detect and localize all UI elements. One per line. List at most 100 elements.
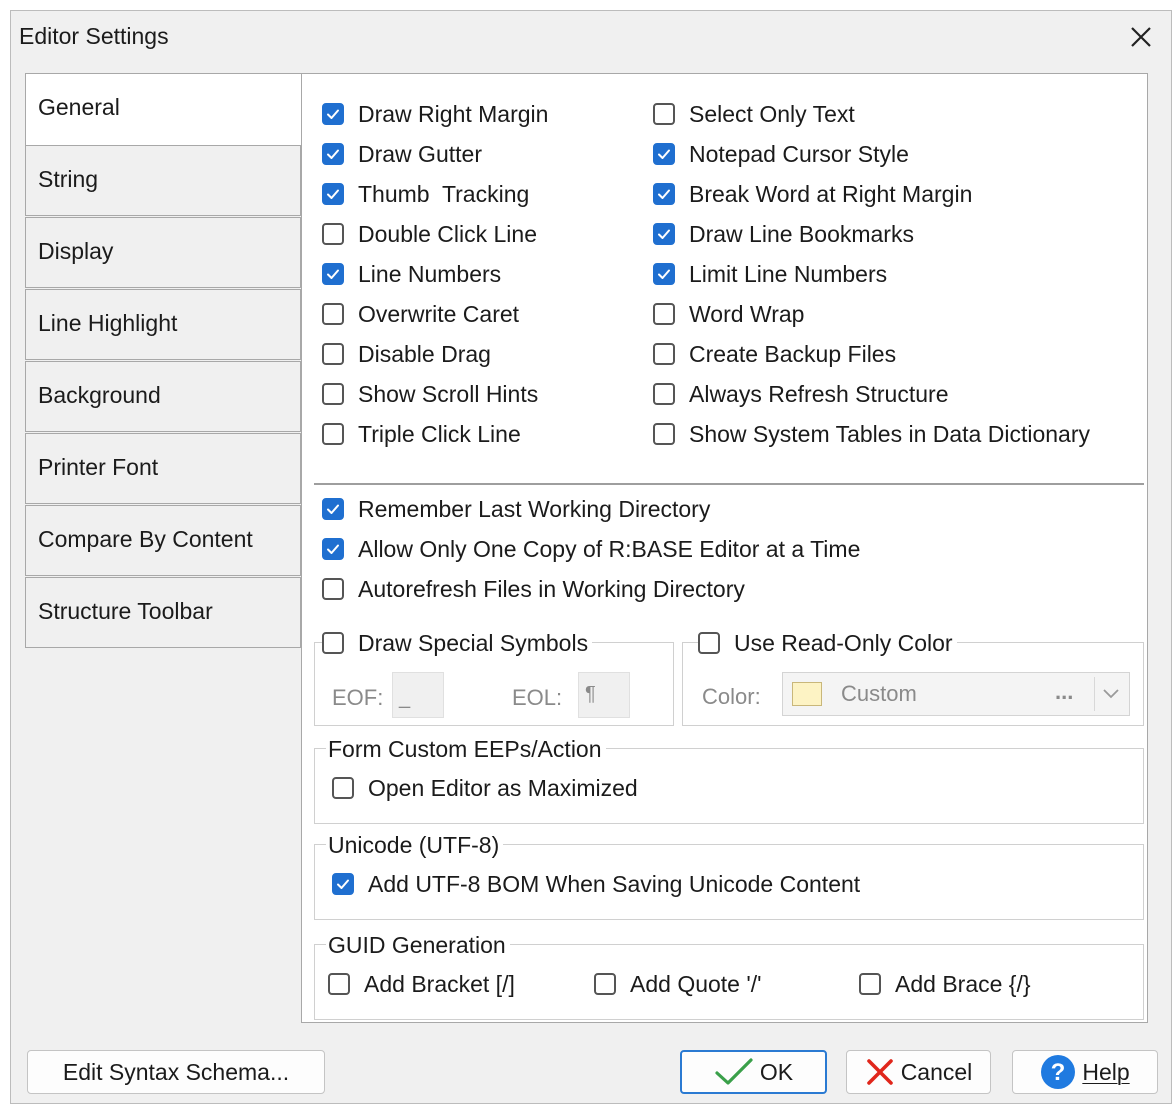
checkbox-box[interactable] — [698, 632, 720, 654]
checkbox-box[interactable] — [653, 303, 675, 325]
checkbox-label: Create Backup Files — [689, 340, 897, 367]
checkbox-label: Use Read-Only Color — [734, 629, 953, 656]
checkbox-box[interactable] — [653, 143, 675, 165]
tab-label: Line Highlight — [38, 310, 178, 336]
check-icon — [658, 269, 670, 279]
check-icon — [658, 189, 670, 199]
tab-string[interactable]: String — [25, 145, 301, 216]
general-panel: Draw Right Margin Draw Gutter Thumb Trac… — [301, 73, 1148, 1023]
editor-settings-dialog: Editor Settings General String Display L… — [10, 10, 1172, 1104]
checkbox-thumb-tracking[interactable]: Thumb Tracking — [322, 179, 529, 209]
checkbox-draw-line-bookmarks[interactable]: Draw Line Bookmarks — [653, 219, 914, 249]
checkbox-box[interactable] — [322, 632, 344, 654]
checkbox-box[interactable] — [322, 383, 344, 405]
eof-input[interactable]: _ — [392, 672, 444, 718]
ok-button[interactable]: OK — [680, 1050, 827, 1094]
checkbox-label: Triple Click Line — [358, 420, 521, 447]
checkbox-box[interactable] — [653, 223, 675, 245]
checkbox-draw-special-symbols[interactable]: Draw Special Symbols — [322, 628, 593, 658]
tab-general[interactable]: General — [25, 73, 303, 146]
checkbox-box[interactable] — [594, 973, 616, 995]
checkbox-remember-last-dir[interactable]: Remember Last Working Directory — [322, 494, 710, 524]
checkbox-box[interactable] — [332, 873, 354, 895]
checkbox-label: Draw Line Bookmarks — [689, 220, 914, 247]
checkbox-word-wrap[interactable]: Word Wrap — [653, 299, 804, 329]
close-button[interactable] — [1111, 11, 1171, 63]
tab-label: Compare By Content — [38, 526, 253, 552]
checkbox-open-editor-maximized[interactable]: Open Editor as Maximized — [332, 773, 638, 803]
checkbox-label: Break Word at Right Margin — [689, 180, 973, 207]
checkbox-line-numbers[interactable]: Line Numbers — [322, 259, 501, 289]
group-title: GUID Generation — [326, 932, 510, 959]
checkbox-label: Double Click Line — [358, 220, 537, 247]
checkbox-select-only-text[interactable]: Select Only Text — [653, 99, 855, 129]
tab-printer-font[interactable]: Printer Font — [25, 433, 301, 504]
edit-syntax-schema-button[interactable]: Edit Syntax Schema... — [27, 1050, 325, 1094]
checkbox-box[interactable] — [653, 103, 675, 125]
checkbox-add-brace[interactable]: Add Brace {/} — [859, 969, 1031, 999]
checkbox-label: Add Bracket [/] — [364, 970, 515, 997]
checkbox-allow-one-copy[interactable]: Allow Only One Copy of R:BASE Editor at … — [322, 534, 860, 564]
tab-compare-by-content[interactable]: Compare By Content — [25, 505, 301, 576]
checkbox-notepad-cursor-style[interactable]: Notepad Cursor Style — [653, 139, 909, 169]
checkbox-box[interactable] — [322, 578, 344, 600]
button-label: Cancel — [900, 1058, 973, 1085]
button-label: OK — [759, 1058, 794, 1085]
checkbox-show-system-tables[interactable]: Show System Tables in Data Dictionary — [653, 419, 1090, 449]
checkbox-always-refresh-structure[interactable]: Always Refresh Structure — [653, 379, 948, 409]
checkbox-box[interactable] — [322, 103, 344, 125]
eof-label: EOF: — [332, 685, 384, 710]
checkbox-add-quote[interactable]: Add Quote '/' — [594, 969, 762, 999]
color-more-button[interactable]: ... — [1055, 679, 1073, 705]
checkbox-box[interactable] — [653, 183, 675, 205]
color-combobox[interactable]: Custom ... — [782, 672, 1130, 716]
close-icon — [1131, 27, 1151, 47]
checkbox-label: Draw Right Margin — [358, 100, 549, 127]
checkbox-triple-click-line[interactable]: Triple Click Line — [322, 419, 521, 449]
tab-display[interactable]: Display — [25, 217, 301, 288]
checkbox-limit-line-numbers[interactable]: Limit Line Numbers — [653, 259, 887, 289]
eol-input[interactable]: ¶ — [578, 672, 630, 718]
checkbox-box[interactable] — [653, 343, 675, 365]
checkbox-use-readonly-color[interactable]: Use Read-Only Color — [698, 628, 957, 658]
checkbox-create-backup-files[interactable]: Create Backup Files — [653, 339, 896, 369]
checkbox-autorefresh-files[interactable]: Autorefresh Files in Working Directory — [322, 574, 745, 604]
checkbox-box[interactable] — [322, 143, 344, 165]
checkbox-show-scroll-hints[interactable]: Show Scroll Hints — [322, 379, 538, 409]
checkbox-box[interactable] — [322, 343, 344, 365]
tab-structure-toolbar[interactable]: Structure Toolbar — [25, 577, 301, 648]
checkbox-box[interactable] — [653, 423, 675, 445]
checkbox-label: Always Refresh Structure — [689, 380, 949, 407]
tab-line-highlight[interactable]: Line Highlight — [25, 289, 301, 360]
chevron-down-icon[interactable] — [1101, 687, 1121, 701]
checkbox-box[interactable] — [322, 303, 344, 325]
tab-background[interactable]: Background — [25, 361, 301, 432]
checkbox-add-utf8-bom[interactable]: Add UTF-8 BOM When Saving Unicode Conten… — [332, 869, 860, 899]
checkbox-box[interactable] — [859, 973, 881, 995]
checkbox-disable-drag[interactable]: Disable Drag — [322, 339, 491, 369]
checkbox-label: Select Only Text — [689, 100, 855, 127]
color-label: Color: — [702, 684, 761, 709]
checkbox-draw-right-margin[interactable]: Draw Right Margin — [322, 99, 548, 129]
checkbox-draw-gutter[interactable]: Draw Gutter — [322, 139, 482, 169]
checkbox-box[interactable] — [653, 383, 675, 405]
help-button[interactable]: ? Help — [1012, 1050, 1158, 1094]
checkbox-break-word-at-right-margin[interactable]: Break Word at Right Margin — [653, 179, 972, 209]
checkbox-box[interactable] — [322, 263, 344, 285]
checkbox-box[interactable] — [322, 538, 344, 560]
checkbox-box[interactable] — [328, 973, 350, 995]
checkbox-box[interactable] — [322, 223, 344, 245]
checkbox-box[interactable] — [322, 183, 344, 205]
checkbox-box[interactable] — [332, 777, 354, 799]
svg-text:?: ? — [1051, 1059, 1066, 1086]
cancel-x-icon — [866, 1059, 893, 1085]
cancel-button[interactable]: Cancel — [846, 1050, 991, 1094]
checkbox-overwrite-caret[interactable]: Overwrite Caret — [322, 299, 519, 329]
checkbox-box[interactable] — [653, 263, 675, 285]
checkbox-add-bracket[interactable]: Add Bracket [/] — [328, 969, 515, 999]
checkbox-box[interactable] — [322, 423, 344, 445]
check-icon — [327, 149, 339, 159]
checkbox-double-click-line[interactable]: Double Click Line — [322, 219, 537, 249]
checkbox-box[interactable] — [322, 498, 344, 520]
check-icon — [658, 229, 670, 239]
